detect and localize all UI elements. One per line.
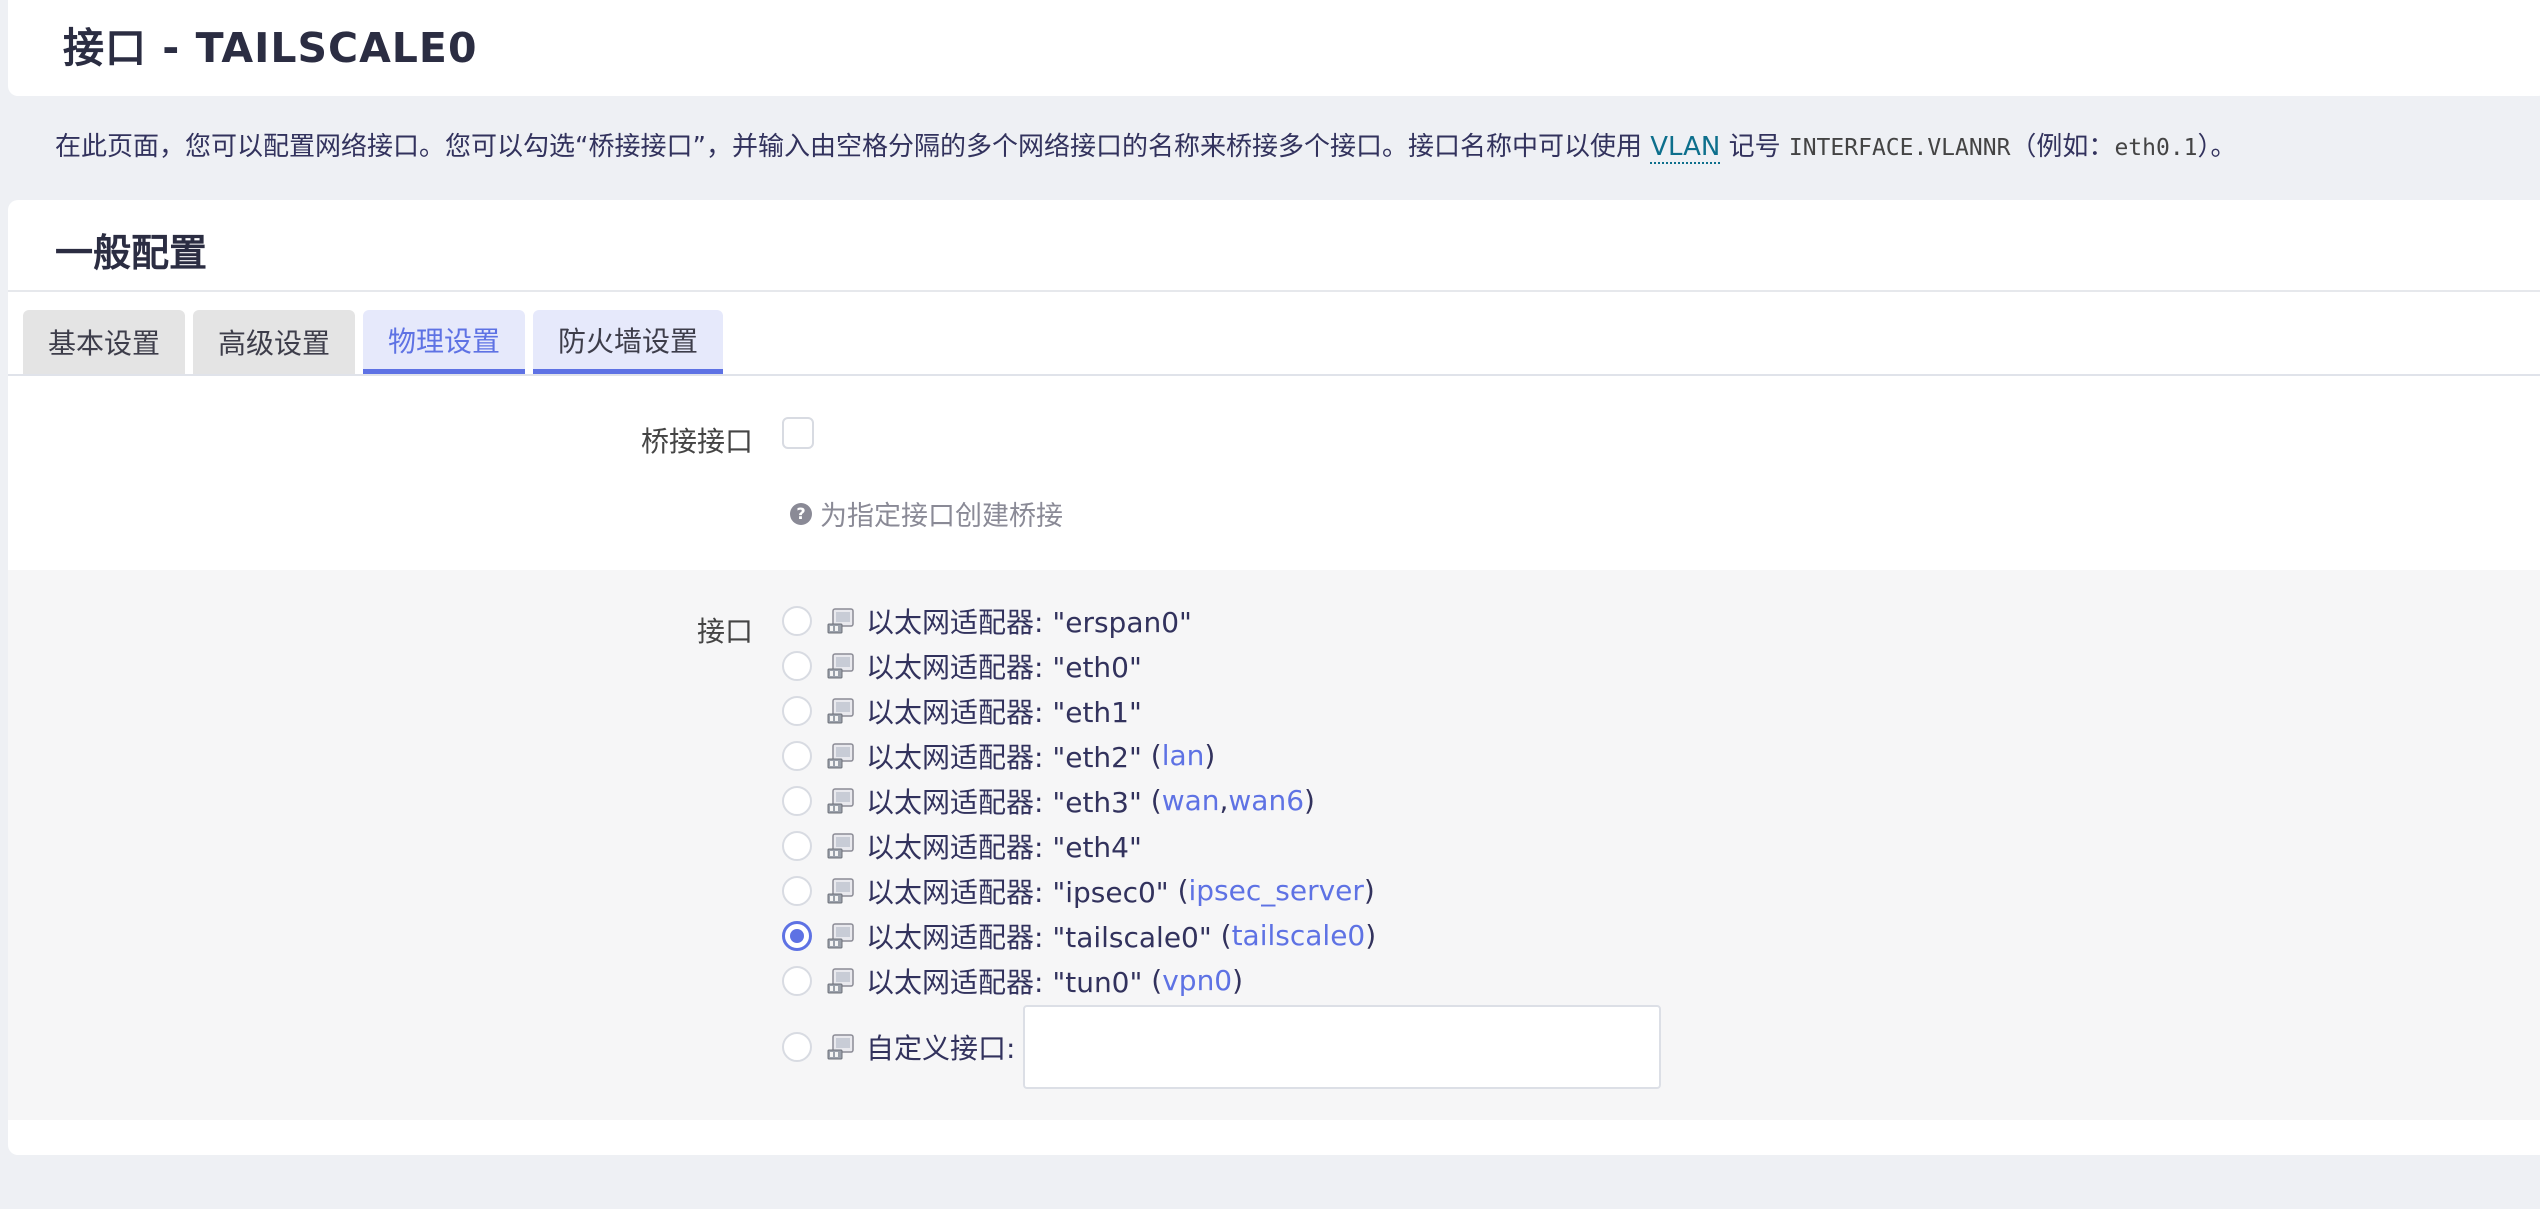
network-link[interactable]: lan (1162, 739, 1205, 772)
paren-open: ( (1142, 964, 1163, 997)
interface-radio[interactable] (782, 785, 812, 816)
ethernet-adapter-icon (826, 831, 856, 861)
interface-option[interactable]: 以太网适配器: "erspan0" (782, 598, 1661, 643)
interface-option-label: 以太网适配器: "eth1" (866, 695, 1142, 729)
interface-row: 接口 以太网适配器: "erspan0" 以太网适配器: "eth0" 以太网适… (8, 570, 2540, 1120)
network-link[interactable]: tailscale0 (1232, 919, 1366, 952)
paren-close: ) (1204, 739, 1216, 772)
code-example: eth0.1 (2114, 135, 2198, 161)
interface-option[interactable]: 以太网适配器: "eth4" (782, 823, 1661, 868)
interface-option[interactable]: 以太网适配器: "ipsec0" (ipsec_server) (782, 868, 1661, 913)
interface-option-label: 以太网适配器: "eth4" (866, 830, 1142, 864)
interface-radio[interactable] (782, 605, 812, 636)
interface-option[interactable]: 以太网适配器: "eth1" (782, 688, 1661, 733)
tab-bar: 基本设置 高级设置 物理设置 防火墙设置 (23, 310, 724, 374)
interface-option-label: 以太网适配器: "eth2" (866, 740, 1142, 774)
interface-option-label: 以太网适配器: "eth3" (866, 785, 1142, 819)
ethernet-adapter-icon (826, 966, 856, 996)
interface-option-label: 以太网适配器: "ipsec0" (866, 875, 1169, 909)
description-text-mid: 记号 (1720, 132, 1789, 162)
interface-options: 以太网适配器: "erspan0" 以太网适配器: "eth0" 以太网适配器:… (782, 598, 1662, 1089)
paren-open: ( (1211, 919, 1232, 952)
interface-option-label: 以太网适配器: "tun0" (866, 965, 1143, 999)
divider (8, 290, 2540, 292)
general-config-card: 一般配置 基本设置 高级设置 物理设置 防火墙设置 桥接接口 ? 为指定接口创建… (8, 200, 2540, 1155)
header-card: 接口 - TAILSCALE0 (8, 0, 2540, 96)
paren-close: ) (1232, 964, 1244, 997)
paren-close: ) (1363, 874, 1375, 907)
vlan-link[interactable]: VLAN (1650, 132, 1721, 164)
bridge-checkbox[interactable] (782, 417, 814, 449)
interface-radio[interactable] (782, 965, 812, 996)
paren-close: ) (1304, 784, 1315, 817)
description-text-after: ）。 (2197, 132, 2237, 162)
interface-option-label: 以太网适配器: "tailscale0" (866, 920, 1212, 954)
interface-option-label: 以太网适配器: "eth0" (866, 650, 1142, 684)
network-link[interactable]: wan6 (1228, 784, 1304, 817)
interface-radio[interactable] (782, 650, 812, 681)
network-link[interactable]: ipsec_server (1189, 874, 1364, 907)
interface-radio[interactable] (782, 695, 812, 726)
interface-option[interactable]: 以太网适配器: "eth0" (782, 643, 1661, 688)
bridge-label: 桥接接口 (640, 425, 753, 458)
code-interface-vlannr: INTERFACE.VLANNR (1788, 135, 2011, 161)
interface-radio[interactable] (782, 920, 812, 951)
description-text-mid2: （例如： (2010, 132, 2115, 162)
bridge-hint-text: 为指定接口创建桥接 (820, 501, 1063, 532)
custom-interface-input[interactable] (1023, 1005, 1662, 1089)
page-title: 接口 - TAILSCALE0 (63, 24, 478, 72)
tab-advanced-settings[interactable]: 高级设置 (193, 310, 356, 374)
interface-option[interactable]: 以太网适配器: "eth2" (lan) (782, 733, 1661, 778)
paren-open: ( (1168, 874, 1189, 907)
bridge-hint: ? 为指定接口创建桥接 (790, 494, 1063, 533)
tab-firewall-settings[interactable]: 防火墙设置 (533, 310, 724, 374)
tab-basic-settings[interactable]: 基本设置 (23, 310, 186, 374)
net-separator: , (1219, 784, 1229, 817)
interface-radio[interactable] (782, 830, 812, 861)
interface-option[interactable]: 以太网适配器: "tun0" (vpn0) (782, 958, 1661, 1003)
page-description: 在此页面，您可以配置网络接口。您可以勾选“桥接接口”，并输入由空格分隔的多个网络… (55, 126, 2237, 164)
tab-physical-settings[interactable]: 物理设置 (363, 310, 526, 374)
interface-radio[interactable] (782, 740, 812, 771)
interface-option[interactable]: 以太网适配器: "eth3" (wan, wan6) (782, 778, 1661, 823)
ethernet-adapter-icon (826, 741, 856, 771)
interface-label: 接口 (696, 615, 753, 648)
interface-option[interactable]: 以太网适配器: "tailscale0" (tailscale0) (782, 913, 1661, 958)
section-title: 一般配置 (55, 231, 208, 275)
custom-interface-label: 自定义接口: (866, 1032, 1016, 1065)
paren-open: ( (1141, 739, 1162, 772)
ethernet-adapter-icon (826, 1032, 856, 1062)
ethernet-adapter-icon (826, 651, 856, 681)
question-icon: ? (790, 502, 812, 525)
custom-interface-option: 自定义接口: (782, 1005, 1662, 1089)
ethernet-adapter-icon (826, 786, 856, 816)
paren-close: ) (1365, 919, 1377, 952)
custom-interface-radio[interactable] (782, 1032, 812, 1062)
network-link[interactable]: vpn0 (1162, 964, 1232, 997)
ethernet-adapter-icon (826, 696, 856, 726)
interface-radio[interactable] (782, 875, 812, 906)
paren-open: ( (1141, 784, 1162, 817)
interface-option-label: 以太网适配器: "erspan0" (866, 605, 1192, 639)
ethernet-adapter-icon (826, 921, 856, 951)
description-text: 在此页面，您可以配置网络接口。您可以勾选“桥接接口”，并输入由空格分隔的多个网络… (55, 132, 1651, 162)
ethernet-adapter-icon (826, 876, 856, 906)
network-link[interactable]: wan (1162, 784, 1220, 817)
ethernet-adapter-icon (826, 606, 856, 636)
